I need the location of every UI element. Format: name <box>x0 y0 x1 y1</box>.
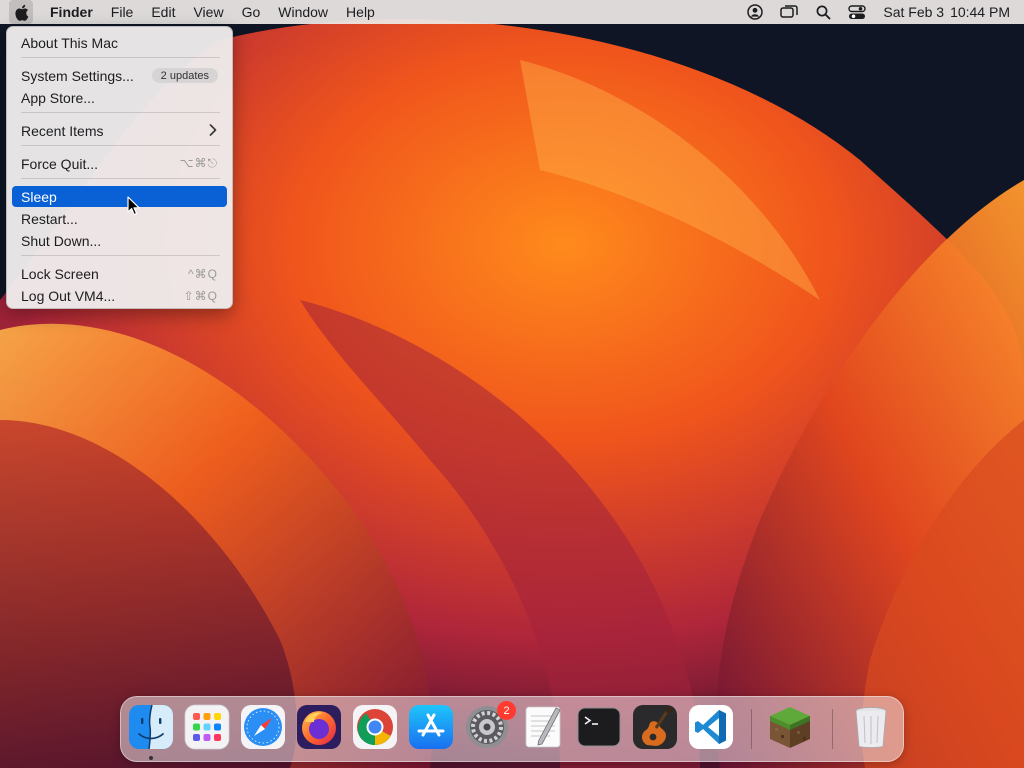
menu-item-label: Recent Items <box>21 122 104 139</box>
menu-help[interactable]: Help <box>337 0 384 24</box>
dock-terminal-icon[interactable] <box>576 704 622 750</box>
menu-item-force-quit[interactable]: Force Quit... ⌥⌘⎋ <box>12 153 227 174</box>
menu-item-label: Restart... <box>21 210 78 227</box>
dock-separator <box>751 709 752 749</box>
menu-item-restart[interactable]: Restart... <box>12 208 227 229</box>
notification-badge: 2 <box>497 701 516 720</box>
menu-item-sleep[interactable]: Sleep <box>12 186 227 207</box>
updates-badge: 2 updates <box>151 68 218 83</box>
dock-textedit-icon[interactable] <box>520 704 566 750</box>
spotlight-search-icon[interactable] <box>813 0 833 24</box>
menu-app-finder[interactable]: Finder <box>41 0 102 24</box>
menu-separator <box>21 57 220 58</box>
menu-separator <box>21 112 220 113</box>
menu-separator <box>21 178 220 179</box>
menu-item-log-out[interactable]: Log Out VM4... ⇧⌘Q <box>12 285 227 306</box>
dock: 2 <box>120 696 904 762</box>
lock-screen-shortcut: ^⌘Q <box>188 266 218 281</box>
menu-item-label: Sleep <box>21 188 57 205</box>
menu-item-label: Shut Down... <box>21 232 102 249</box>
menu-item-shut-down[interactable]: Shut Down... <box>12 230 227 251</box>
menu-window[interactable]: Window <box>269 0 337 24</box>
menu-item-label: About This Mac <box>21 34 119 51</box>
apple-menu-dropdown: About This Mac System Settings... 2 upda… <box>6 26 233 309</box>
menu-item-app-store[interactable]: App Store... <box>12 87 227 108</box>
clock-time: 10:44 PM <box>950 4 1010 20</box>
menu-view[interactable]: View <box>184 0 232 24</box>
chevron-right-icon <box>209 124 217 136</box>
menu-item-label: App Store... <box>21 89 95 106</box>
menu-item-label: Lock Screen <box>21 265 99 282</box>
dock-vscode-icon[interactable] <box>688 704 734 750</box>
menu-item-about-this-mac[interactable]: About This Mac <box>12 32 227 53</box>
menu-item-label: Force Quit... <box>21 155 99 172</box>
dock-chrome-icon[interactable] <box>352 704 398 750</box>
clock-date: Sat Feb 3 <box>883 4 945 20</box>
dock-trash-icon[interactable] <box>848 704 894 750</box>
menu-separator <box>21 255 220 256</box>
log-out-shortcut: ⇧⌘Q <box>183 288 218 303</box>
menu-item-label: System Settings... <box>21 67 134 84</box>
menu-separator <box>21 145 220 146</box>
dock-system-settings-icon[interactable]: 2 <box>464 701 516 750</box>
dock-minecraft-icon[interactable] <box>767 704 813 750</box>
dock-separator <box>832 709 833 749</box>
screen-mirroring-icon[interactable] <box>779 0 799 24</box>
dock-finder-icon[interactable] <box>128 704 174 750</box>
dock-launchpad-icon[interactable] <box>184 704 230 750</box>
control-center-icon[interactable] <box>847 0 867 24</box>
menu-item-label: Log Out VM4... <box>21 287 116 304</box>
apple-logo-icon <box>14 4 28 21</box>
menu-item-lock-screen[interactable]: Lock Screen ^⌘Q <box>12 263 227 284</box>
force-quit-shortcut: ⌥⌘⎋ <box>179 156 218 170</box>
user-account-icon[interactable] <box>745 0 765 24</box>
dock-garageband-icon[interactable] <box>632 704 678 750</box>
menu-file[interactable]: File <box>102 0 143 24</box>
menu-item-recent-items[interactable]: Recent Items <box>12 120 227 141</box>
mouse-cursor-icon <box>127 196 140 216</box>
menu-item-system-settings[interactable]: System Settings... 2 updates <box>12 65 227 86</box>
menu-bar: Finder File Edit View Go Window Help Sat… <box>0 0 1024 24</box>
dock-firefox-icon[interactable] <box>296 704 342 750</box>
menu-clock[interactable]: Sat Feb 3 10:44 PM <box>883 4 1010 20</box>
dock-app-store-icon[interactable] <box>408 704 454 750</box>
running-indicator <box>149 756 153 760</box>
apple-menu-button[interactable] <box>9 0 33 24</box>
menu-edit[interactable]: Edit <box>142 0 184 24</box>
dock-safari-icon[interactable] <box>240 704 286 750</box>
menu-go[interactable]: Go <box>233 0 270 24</box>
